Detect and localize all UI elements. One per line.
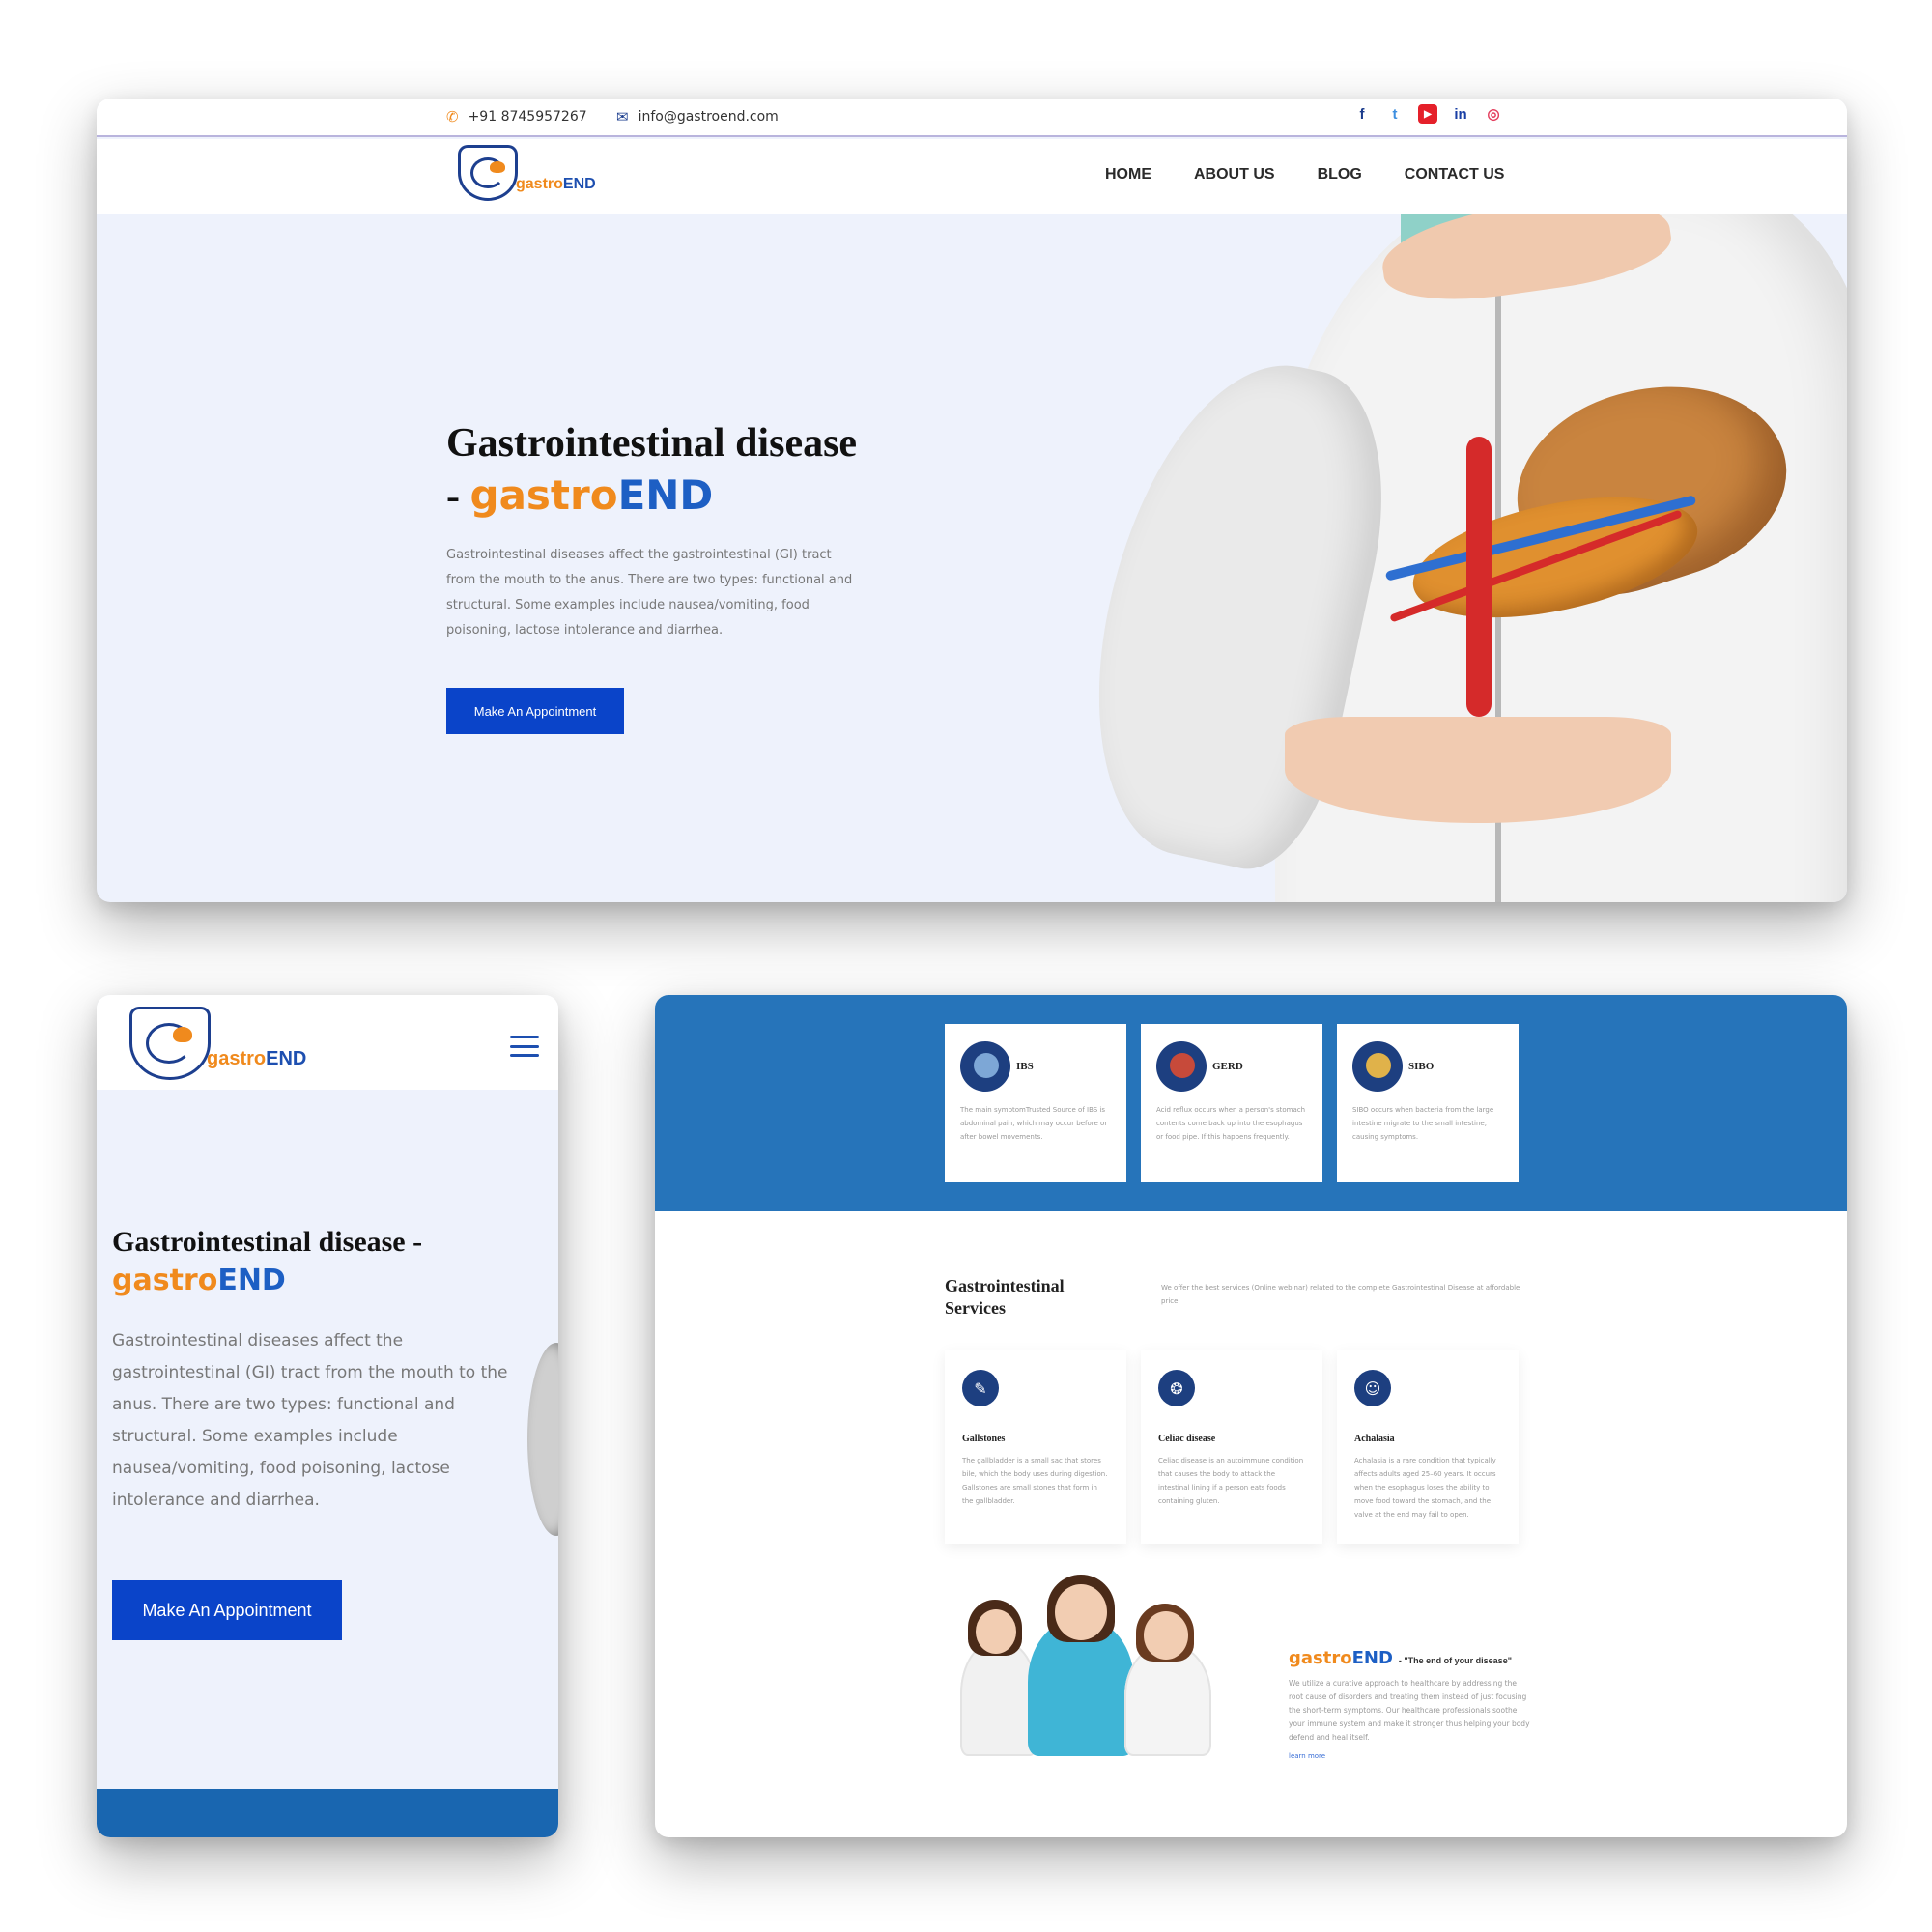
logo-shield-icon bbox=[458, 145, 518, 201]
featured-card-sibo[interactable]: SIBO SIBO occurs when bacteria from the … bbox=[1337, 1024, 1519, 1182]
nav-blog[interactable]: BLOG bbox=[1318, 166, 1362, 184]
featured-band: IBS The main symptomTrusted Source of IB… bbox=[655, 995, 1847, 1211]
intestine-icon: ❂ bbox=[1158, 1370, 1195, 1406]
medical-team-image bbox=[954, 1575, 1215, 1756]
doctor-holding-organ-model-image bbox=[1092, 214, 1847, 902]
featured-card-title: SIBO bbox=[1408, 1061, 1435, 1072]
learn-more-link[interactable]: learn more bbox=[1289, 1752, 1325, 1760]
gallbladder-icon: ✎ bbox=[962, 1370, 999, 1406]
featured-card-text: Acid reflux occurs when a person's stoma… bbox=[1156, 1106, 1306, 1141]
about-tagline: - "The end of your disease" bbox=[1398, 1656, 1512, 1665]
service-tile-gallstones[interactable]: ✎ Gallstones The gallbladder is a small … bbox=[945, 1350, 1126, 1544]
mobile-preview: gastroEND Gastrointestinal disease - gas… bbox=[97, 995, 558, 1837]
about-heading: gastroEND - "The end of your disease" bbox=[1289, 1648, 1512, 1668]
envelope-icon: ✉ bbox=[616, 108, 629, 126]
ibs-icon bbox=[960, 1041, 1010, 1092]
hero-title: Gastrointestinal disease - gastroEND bbox=[446, 417, 857, 523]
linkedin-icon[interactable]: in bbox=[1451, 104, 1470, 124]
phone-number: +91 8745957267 bbox=[468, 109, 587, 125]
hero-title-dash: - bbox=[446, 474, 460, 519]
hamburger-menu-icon[interactable] bbox=[510, 1036, 539, 1057]
logo-shield-icon bbox=[129, 1007, 211, 1080]
mobile-hero-title-line1: Gastrointestinal disease - bbox=[112, 1226, 423, 1258]
main-navbar: gastroEND HOME ABOUT US BLOG CONTACT US bbox=[97, 139, 1847, 214]
services-section-description: We offer the best services (Online webin… bbox=[1161, 1284, 1520, 1305]
nav-about-us[interactable]: ABOUT US bbox=[1194, 166, 1275, 184]
hero-brand: gastroEND bbox=[469, 471, 714, 519]
instagram-icon[interactable]: ◎ bbox=[1484, 104, 1503, 124]
featured-card-text: SIBO occurs when bacteria from the large… bbox=[1352, 1106, 1494, 1141]
service-tile-text: Celiac disease is an autoimmune conditio… bbox=[1158, 1457, 1304, 1505]
mobile-make-appointment-button[interactable]: Make An Appointment bbox=[112, 1580, 342, 1640]
service-tile-text: The gallbladder is a small sac that stor… bbox=[962, 1457, 1108, 1505]
facebook-icon[interactable]: f bbox=[1352, 104, 1372, 124]
gerd-icon bbox=[1156, 1041, 1207, 1092]
services-section-title: Gastrointestinal Services bbox=[945, 1276, 1065, 1318]
mobile-footer-strip bbox=[97, 1789, 558, 1837]
top-bar: ✆ +91 8745957267 ✉ info@gastroend.com f … bbox=[97, 99, 1847, 137]
featured-card-gerd[interactable]: GERD Acid reflux occurs when a person's … bbox=[1141, 1024, 1322, 1182]
service-tile-celiac[interactable]: ❂ Celiac disease Celiac disease is an au… bbox=[1141, 1350, 1322, 1544]
body-icon: ☺ bbox=[1354, 1370, 1391, 1406]
make-appointment-button[interactable]: Make An Appointment bbox=[446, 688, 624, 734]
mobile-navbar: gastroEND bbox=[97, 995, 558, 1090]
featured-card-title: GERD bbox=[1212, 1061, 1243, 1072]
about-brand: gastroEND bbox=[1289, 1648, 1393, 1668]
mobile-hero-title: Gastrointestinal disease - gastroEND bbox=[112, 1223, 537, 1300]
phone-icon: ✆ bbox=[446, 108, 459, 126]
phone-contact[interactable]: ✆ +91 8745957267 bbox=[446, 108, 587, 126]
services-preview: IBS The main symptomTrusted Source of IB… bbox=[655, 995, 1847, 1837]
service-tile-achalasia[interactable]: ☺ Achalasia Achalasia is a rare conditio… bbox=[1337, 1350, 1519, 1544]
nav-menu: HOME ABOUT US BLOG CONTACT US bbox=[1105, 166, 1504, 184]
hero-title-line1: Gastrointestinal disease bbox=[446, 421, 858, 466]
service-tile-title: Gallstones bbox=[962, 1434, 1006, 1444]
featured-card-text: The main symptomTrusted Source of IBS is… bbox=[960, 1106, 1108, 1141]
logo-wordmark: gastroEND bbox=[207, 1048, 307, 1069]
mobile-hero-image-edge bbox=[527, 1343, 558, 1536]
social-links: f t ▶ in ◎ bbox=[1352, 104, 1503, 124]
site-logo[interactable]: gastroEND bbox=[458, 145, 596, 201]
mobile-site-logo[interactable]: gastroEND bbox=[129, 1007, 306, 1080]
service-tile-title: Celiac disease bbox=[1158, 1434, 1216, 1444]
desktop-preview: ✆ +91 8745957267 ✉ info@gastroend.com f … bbox=[97, 99, 1847, 902]
service-tile-title: Achalasia bbox=[1354, 1434, 1395, 1444]
twitter-icon[interactable]: t bbox=[1385, 104, 1405, 124]
featured-card-ibs[interactable]: IBS The main symptomTrusted Source of IB… bbox=[945, 1024, 1126, 1182]
logo-wordmark: gastroEND bbox=[516, 176, 596, 192]
mobile-hero-description: Gastrointestinal diseases affect the gas… bbox=[112, 1331, 508, 1510]
sibo-icon bbox=[1352, 1041, 1403, 1092]
mobile-hero-brand: gastroEND bbox=[112, 1264, 286, 1297]
service-tile-text: Achalasia is a rare condition that typic… bbox=[1354, 1457, 1496, 1519]
email-contact[interactable]: ✉ info@gastroend.com bbox=[616, 108, 779, 126]
nav-home[interactable]: HOME bbox=[1105, 166, 1151, 184]
hero-description: Gastrointestinal diseases affect the gas… bbox=[446, 548, 853, 638]
featured-card-title: IBS bbox=[1016, 1061, 1034, 1072]
email-address: info@gastroend.com bbox=[638, 109, 779, 125]
about-description: We utilize a curative approach to health… bbox=[1289, 1679, 1530, 1742]
nav-contact-us[interactable]: CONTACT US bbox=[1405, 166, 1505, 184]
youtube-icon[interactable]: ▶ bbox=[1418, 104, 1437, 124]
